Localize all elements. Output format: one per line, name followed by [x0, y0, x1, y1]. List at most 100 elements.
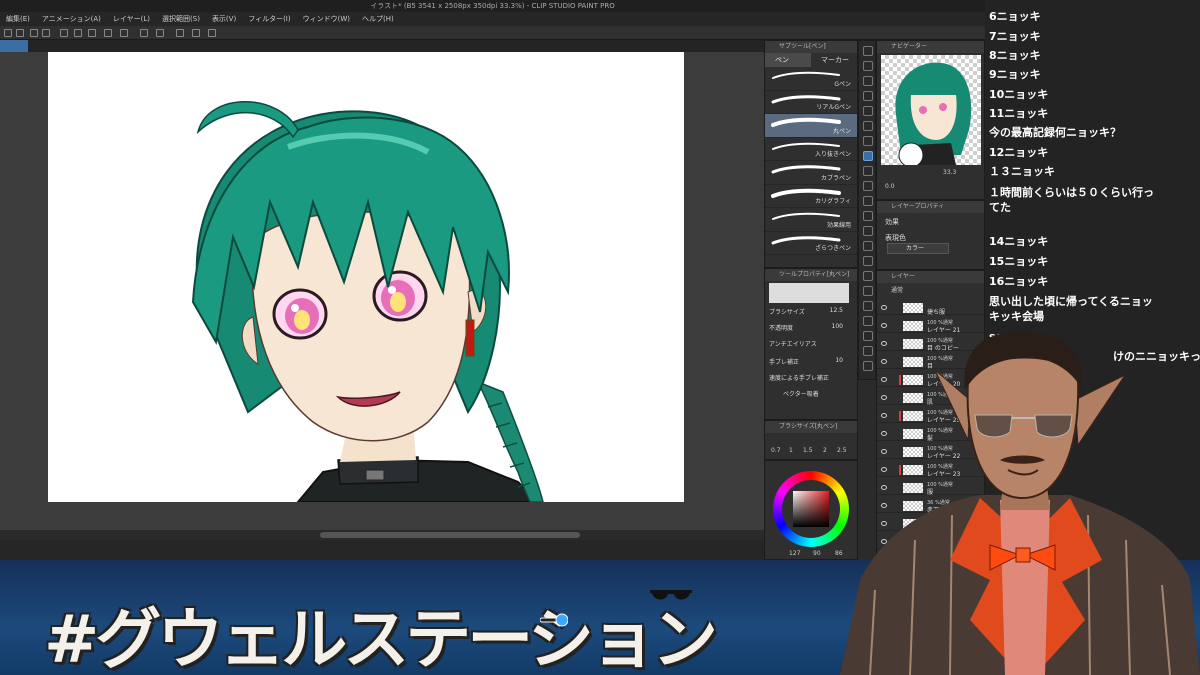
red-value: 127	[789, 550, 801, 557]
grid-icon[interactable]	[208, 29, 216, 37]
crop-icon[interactable]	[104, 29, 112, 37]
horizontal-scrollbar[interactable]	[0, 530, 764, 540]
brush-icon[interactable]	[863, 181, 873, 191]
redo-icon[interactable]	[42, 29, 50, 37]
brush-name: ざらつきペン	[814, 245, 851, 252]
brush-name: カブラペン	[820, 174, 851, 182]
fill-bucket-icon[interactable]	[863, 256, 873, 266]
expression-color-select[interactable]: カラー	[887, 243, 949, 254]
brush-name: 丸ペン	[832, 127, 851, 135]
subtool-header: サブツール[ペン]	[765, 41, 857, 53]
pen-icon[interactable]	[863, 151, 873, 161]
airbrush-icon[interactable]	[863, 196, 873, 206]
navigator-thumbnail[interactable]	[881, 55, 981, 165]
scroll-thumb[interactable]	[320, 532, 580, 538]
move-icon[interactable]	[863, 91, 873, 101]
menu-view[interactable]: 表示(V)	[206, 12, 242, 26]
ruler-icon[interactable]	[176, 29, 184, 37]
brush-item[interactable]: 丸ペン	[765, 114, 857, 138]
eye-icon[interactable]	[881, 305, 887, 310]
chat-message: 6ニョッキ	[989, 10, 1041, 23]
brush-item[interactable]: 入り抜きペン	[765, 138, 857, 161]
brush-size-row[interactable]: ブラシサイズ 12.5	[769, 307, 855, 316]
size-preset-2[interactable]: 1	[789, 447, 793, 454]
menu-help[interactable]: ヘルプ(H)	[356, 12, 400, 26]
menu-window[interactable]: ウィンドウ(W)	[297, 12, 356, 26]
brush-item[interactable]: リアルGペン	[765, 91, 857, 114]
layer-header: レイヤー	[877, 271, 984, 283]
tab-pen[interactable]: ペン	[765, 53, 811, 67]
layer-name: 捷ち服	[927, 309, 946, 316]
deselect-icon[interactable]	[140, 29, 148, 37]
chat-message: 16ニョッキ	[989, 275, 1049, 288]
frame-icon[interactable]	[863, 301, 873, 311]
figure-icon[interactable]	[863, 286, 873, 296]
navigator-preview	[895, 62, 972, 165]
menu-layer[interactable]: レイヤー(L)	[107, 12, 156, 26]
undo-icon[interactable]	[30, 29, 38, 37]
brush-item[interactable]: ざらつきペン	[765, 232, 857, 255]
brush-item[interactable]: カブラペン	[765, 161, 857, 185]
fill-icon[interactable]	[74, 29, 82, 37]
brush-preview	[769, 283, 849, 303]
lasso-icon[interactable]	[863, 121, 873, 131]
chat-message: 9ニョッキ	[989, 68, 1041, 81]
eraser-icon[interactable]	[863, 226, 873, 236]
size-preset-1[interactable]: 0.7	[771, 447, 781, 454]
microphone-icon	[540, 613, 568, 627]
zoom-icon[interactable]	[863, 46, 873, 56]
chat-message: てた	[989, 201, 1011, 214]
navigator-header: ナビゲーター	[877, 41, 984, 53]
size-preset-4[interactable]: 2	[823, 447, 827, 454]
window-title: イラスト* (B5 3541 x 2508px 350dpi 33.3%) - …	[0, 0, 985, 12]
brush-item[interactable]: カリグラフィ	[765, 185, 857, 208]
clear-icon[interactable]	[60, 29, 68, 37]
hand-icon[interactable]	[863, 61, 873, 71]
chat-message: 14ニョッキ	[989, 235, 1049, 248]
chat-message: 10ニョッキ	[989, 88, 1049, 101]
speed-stabilization-label: 速度による手ブレ補正	[769, 375, 829, 382]
canvas-area[interactable]	[0, 52, 764, 530]
brush-size-value[interactable]: 12.5	[830, 307, 843, 314]
tool-property-header: ツールプロパティ[丸ペン]	[765, 269, 857, 281]
brush-size-label: ブラシサイズ	[769, 309, 805, 316]
brush-name: 効果線用	[826, 221, 851, 229]
select-icon[interactable]	[120, 29, 128, 37]
new-icon[interactable]	[4, 29, 12, 37]
chat-message: １時間前くらいは５０くらい行っ	[989, 186, 1154, 199]
command-bar	[0, 26, 985, 40]
open-icon[interactable]	[16, 29, 24, 37]
eyedropper-icon[interactable]	[863, 136, 873, 146]
subtool-tabs: ペン マーカー	[765, 53, 857, 67]
blend-mode-select[interactable]: 通常	[891, 285, 903, 294]
canvas-paper[interactable]	[48, 52, 684, 502]
invert-icon[interactable]	[156, 29, 164, 37]
layer-row[interactable]: 捷ち服	[877, 301, 984, 316]
effect-label: 効果	[885, 218, 899, 226]
chat-message: 11ニョッキ	[989, 107, 1049, 120]
tab-marker[interactable]: マーカー	[811, 53, 857, 67]
chat-message: １３ニョッキ	[989, 165, 1055, 178]
brush-item[interactable]: 効果線用	[765, 208, 857, 232]
menu-selection[interactable]: 選択範囲(S)	[156, 12, 206, 26]
saturation-value-square[interactable]	[793, 491, 829, 527]
brush-item[interactable]: Gペン	[765, 67, 857, 91]
selection-icon[interactable]	[863, 106, 873, 116]
decoration-icon[interactable]	[863, 211, 873, 221]
gradient-icon[interactable]	[863, 271, 873, 281]
blend-icon[interactable]	[863, 241, 873, 251]
operation-icon[interactable]	[863, 76, 873, 86]
menu-filter[interactable]: フィルター(I)	[242, 12, 296, 26]
document-tab[interactable]	[0, 40, 28, 52]
transform-icon[interactable]	[88, 29, 96, 37]
menu-animation[interactable]: アニメーション(A)	[36, 12, 107, 26]
pencil-icon[interactable]	[863, 166, 873, 176]
chat-message: 今の最高記録何ニョッキ？	[989, 126, 1121, 139]
brush-list: GペンリアルGペン丸ペン入り抜きペンカブラペンカリグラフィ効果線用ざらつきペン	[765, 67, 857, 255]
menu-bar: 編集(E) アニメーション(A) レイヤー(L) 選択範囲(S) 表示(V) フ…	[0, 12, 985, 26]
zoom-value: 33.3	[943, 169, 957, 176]
brush-name: リアルGペン	[816, 104, 851, 111]
menu-edit[interactable]: 編集(E)	[0, 12, 36, 26]
size-preset-3[interactable]: 1.5	[803, 447, 813, 454]
snap-icon[interactable]	[192, 29, 200, 37]
